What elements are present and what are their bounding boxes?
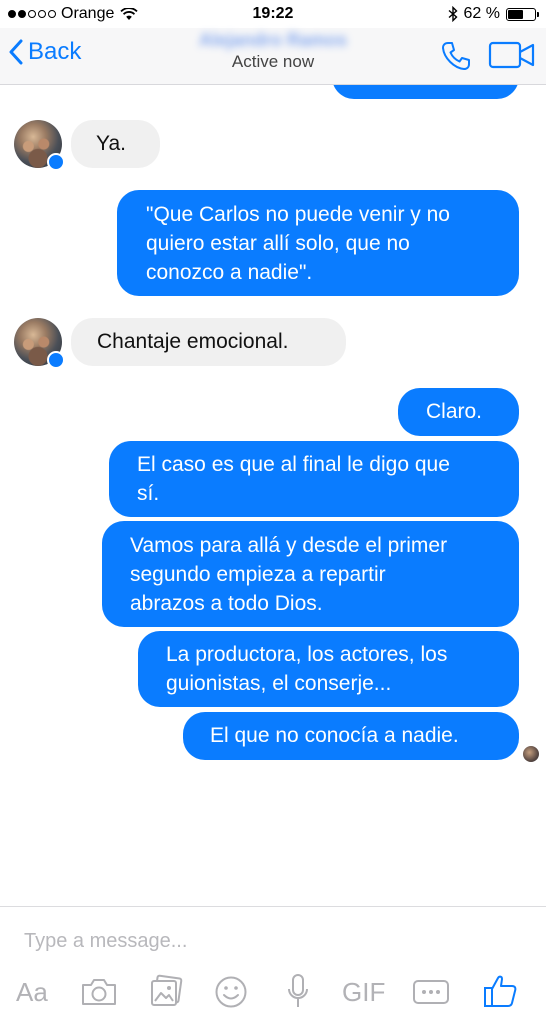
composer-toolbar: Aa GIF: [0, 969, 546, 1019]
message-text-line: conozco a nadie".: [146, 261, 313, 284]
camera-icon[interactable]: [80, 977, 118, 1007]
like-icon[interactable]: [483, 973, 519, 1009]
message-bubble-outgoing[interactable]: Vamos para allá y desde el primer segund…: [102, 521, 519, 627]
gif-button[interactable]: GIF: [342, 977, 385, 1008]
message-text: Chantaje emocional.: [97, 330, 289, 353]
messenger-badge-icon: [47, 153, 65, 171]
message-text-line: El caso es que al final le digo que: [137, 453, 450, 476]
message-composer: Aa GIF: [0, 906, 546, 1025]
video-call-icon[interactable]: [488, 41, 536, 69]
message-bubble-outgoing[interactable]: El que no conocía a nadie.: [183, 712, 519, 760]
message-text-line: guionistas, el conserje...: [166, 672, 392, 695]
wifi-icon: [120, 7, 139, 20]
message-bubble-outgoing[interactable]: La productora, los actores, los guionist…: [138, 631, 519, 707]
messenger-badge-icon: [47, 351, 65, 369]
phone-call-icon[interactable]: [440, 40, 472, 72]
bluetooth-icon: [448, 6, 458, 22]
message-bubble-outgoing[interactable]: El caso es que al final le digo que sí.: [109, 441, 519, 517]
status-bar-right: 62 %: [448, 5, 539, 23]
message-text: Claro.: [426, 400, 483, 423]
photo-gallery-icon[interactable]: [148, 973, 184, 1009]
message-text-line: sí.: [137, 482, 160, 505]
contact-avatar[interactable]: [14, 120, 65, 171]
message-text-line: La productora, los actores, los: [166, 643, 448, 666]
carrier-name: Orange: [61, 5, 115, 22]
conversation-header: Back Alejandro Ramos Active now: [0, 28, 546, 85]
message-input[interactable]: [22, 925, 506, 957]
message-bubble-incoming[interactable]: Chantaje emocional.: [71, 318, 346, 366]
message-bubble-outgoing[interactable]: Claro.: [398, 388, 519, 436]
message-text: El que no conocía a nadie.: [210, 724, 459, 747]
message-bubble-outgoing-partial[interactable]: [332, 85, 519, 99]
microphone-icon[interactable]: [286, 973, 310, 1011]
text-format-button[interactable]: Aa: [16, 977, 48, 1008]
message-text-line: abrazos a todo Dios.: [130, 592, 323, 615]
emoji-icon[interactable]: [214, 975, 248, 1009]
message-bubble-incoming[interactable]: Ya.: [71, 120, 160, 168]
message-text-line: quiero estar allí solo, que no: [146, 232, 410, 255]
message-text: Ya.: [96, 132, 126, 155]
message-text-line: Vamos para allá y desde el primer: [130, 534, 448, 557]
message-text-line: "Que Carlos no puede venir y no: [146, 203, 450, 226]
message-thread[interactable]: Ya. "Que Carlos no puede venir y no quie…: [0, 85, 546, 905]
message-text-line: segundo empieza a repartir: [130, 563, 386, 586]
battery-icon: [506, 7, 539, 21]
status-bar-left: Orange: [8, 5, 139, 23]
contact-avatar[interactable]: [14, 318, 65, 369]
status-bar: Orange 19:22 62 %: [0, 0, 546, 28]
battery-percent: 62 %: [463, 5, 500, 22]
message-bubble-outgoing[interactable]: "Que Carlos no puede venir y no quiero e…: [117, 190, 519, 296]
more-icon[interactable]: [412, 979, 450, 1005]
signal-strength-icon: [8, 10, 56, 18]
seen-receipt-avatar: [523, 746, 539, 762]
